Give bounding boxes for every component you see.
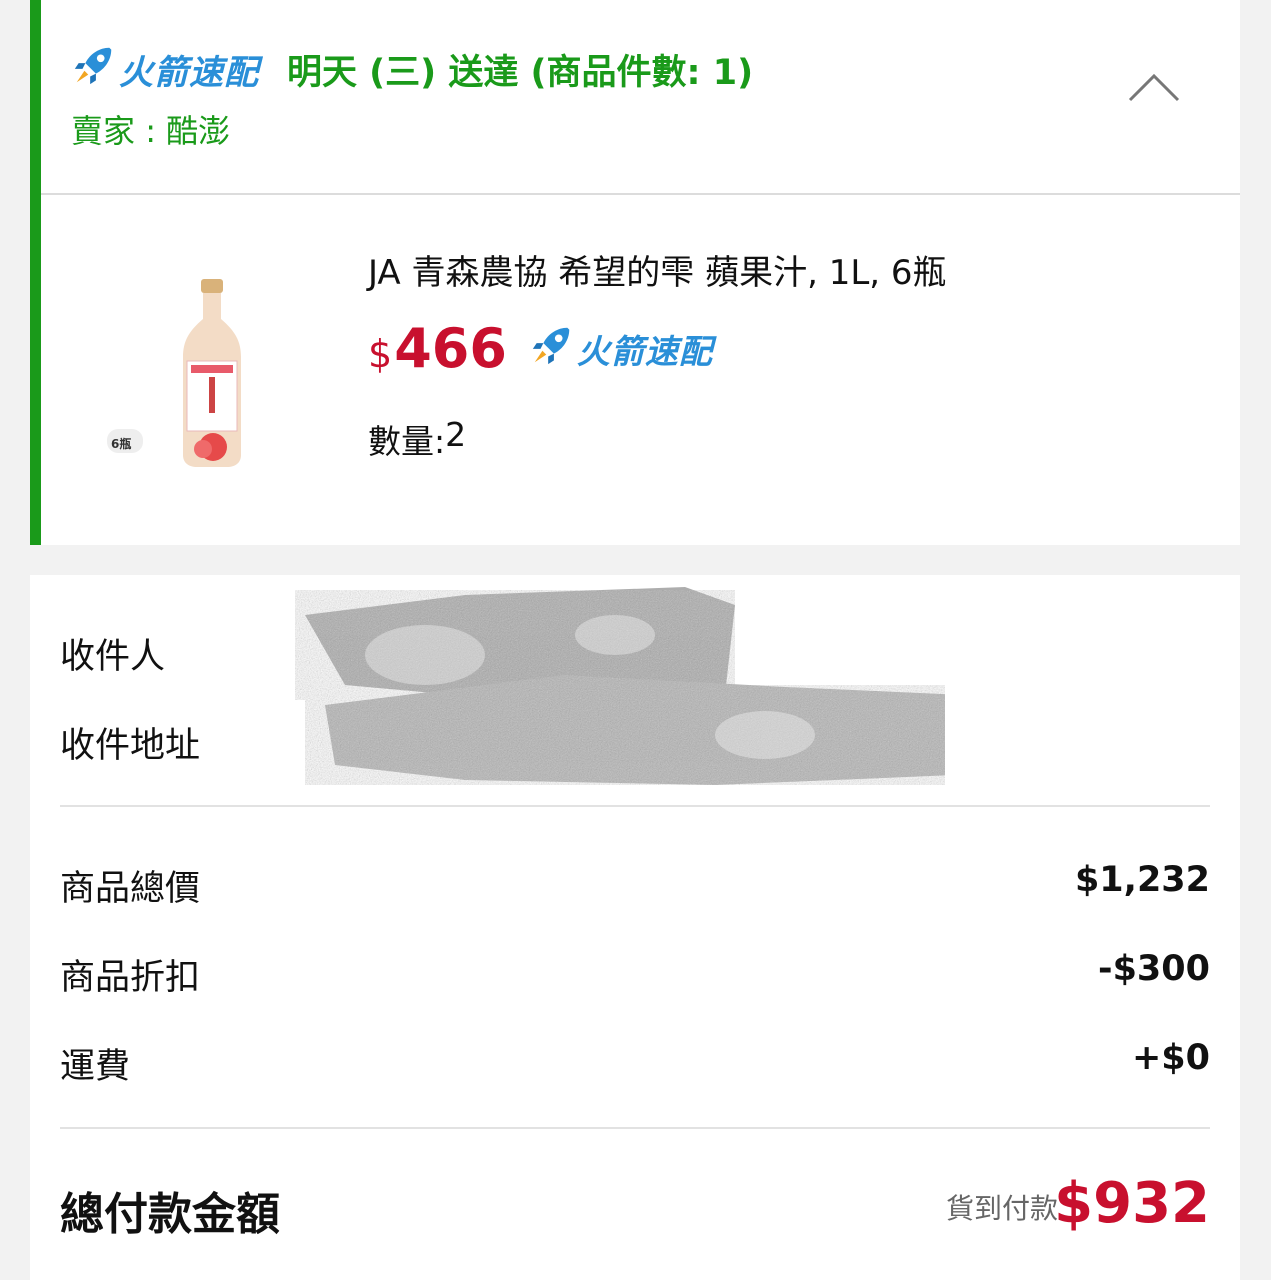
quantity-value: 2 — [445, 415, 467, 454]
price-amount: 466 — [394, 317, 507, 380]
shipment-header[interactable]: 火箭速配 明天 (三) 送達 (商品件數: 1) 賣家 : 酷澎 — [41, 0, 1240, 195]
subtotal-label: 商品總價 — [60, 869, 201, 909]
rocket-delivery-label: 火箭速配 — [119, 53, 259, 93]
collapse-toggle[interactable] — [1126, 70, 1182, 106]
product-item[interactable]: 6瓶 JA 青森農協 希望的雫 蘋果汁, 1L, 6瓶 $466 火箭速配 數量… — [41, 197, 1240, 545]
recipient-name-label: 收件人 — [60, 637, 166, 677]
shipment-card: 火箭速配 明天 (三) 送達 (商品件數: 1) 賣家 : 酷澎 6瓶 JA 青… — [30, 0, 1240, 545]
delivery-date-text: 明天 (三) 送達 (商品件數: 1) — [287, 53, 754, 93]
seller-separator: : — [135, 112, 167, 150]
rocket-delivery-badge: 火箭速配 — [71, 42, 259, 97]
shipping-fee-label: 運費 — [60, 1047, 131, 1087]
thumb-badge: 6瓶 — [111, 437, 132, 451]
product-price: $466 — [368, 317, 507, 380]
section-divider — [60, 805, 1210, 807]
rocket-icon — [529, 322, 577, 376]
product-name[interactable]: JA 青森農協 希望的雫 蘋果汁, 1L, 6瓶 — [368, 245, 947, 294]
rocket-delivery-label: 火箭速配 — [576, 331, 713, 371]
seller-label: 賣家 — [71, 112, 136, 150]
shipment-title: 火箭速配 明天 (三) 送達 (商品件數: 1) — [71, 42, 753, 97]
chevron-up-icon — [1126, 73, 1182, 110]
subtotal-value: $1,232 — [1074, 860, 1210, 900]
rocket-icon — [71, 42, 119, 97]
redacted-recipient-info — [265, 575, 965, 840]
price-line: $466 火箭速配 — [368, 317, 713, 380]
section-divider — [60, 1127, 1210, 1129]
quantity-label: 數量: — [368, 422, 446, 461]
total-payment-value: $932 — [1054, 1171, 1210, 1236]
rocket-delivery-badge: 火箭速配 — [529, 322, 713, 376]
seller-name: 酷澎 — [166, 112, 231, 150]
discount-label: 商品折扣 — [60, 958, 201, 998]
price-currency: $ — [368, 332, 393, 376]
seller-info: 賣家 : 酷澎 — [71, 106, 230, 152]
discount-value: -$300 — [1098, 949, 1210, 989]
product-image[interactable]: 6瓶 — [107, 279, 257, 469]
product-quantity: 數量: 2 — [368, 415, 466, 463]
payment-method: 貨到付款 — [945, 1192, 1058, 1225]
recipient-address-label: 收件地址 — [60, 726, 201, 766]
order-summary-card: 收件人 收件地址 商品總價 $1,232 商品折扣 -$300 運費 +$0 總… — [30, 575, 1240, 1280]
total-payment-label: 總付款金額 — [60, 1189, 280, 1240]
shipping-fee-value: +$0 — [1131, 1038, 1210, 1078]
